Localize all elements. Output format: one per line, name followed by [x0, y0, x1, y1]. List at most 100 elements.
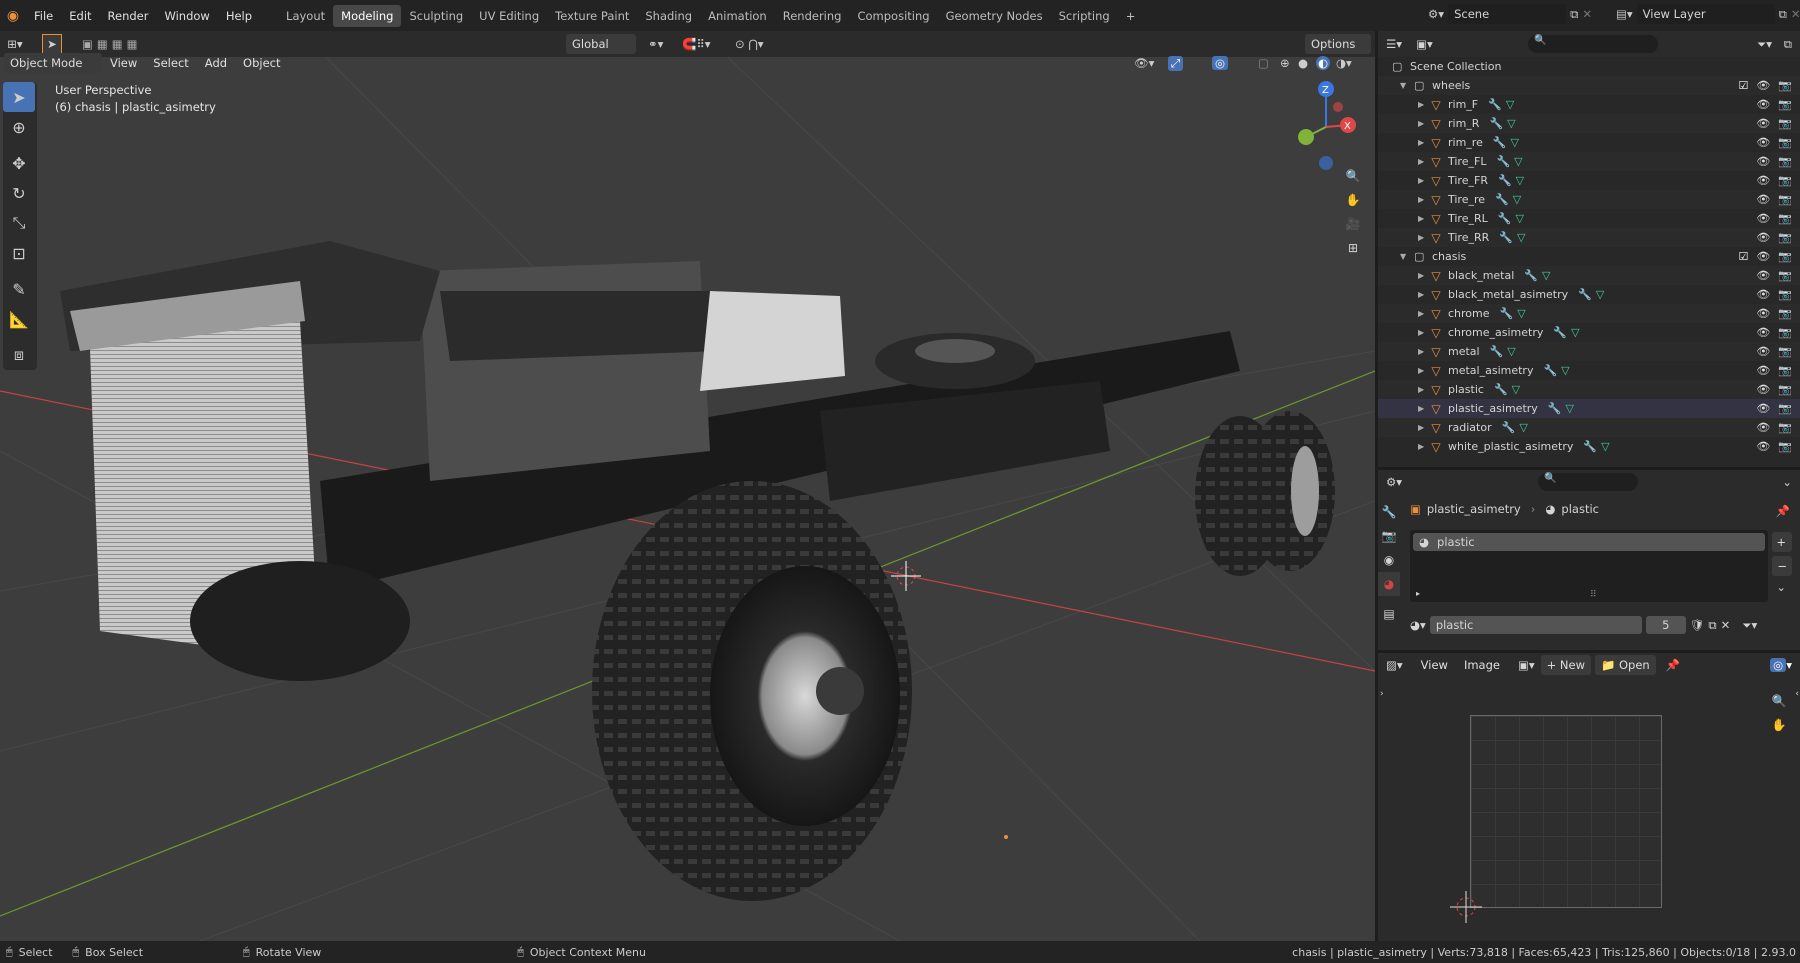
outliner-object-row[interactable]: ▶ ▽ black_metal 🔧 ▽ 👁 📷: [1378, 266, 1800, 285]
outliner-object-row[interactable]: ▶ ▽ chrome_asimetry 🔧 ▽ 👁 📷: [1378, 323, 1800, 342]
modifier-wrench-icon[interactable]: 🔧: [1495, 193, 1509, 206]
expand-triangle-icon[interactable]: ▶: [1418, 404, 1428, 413]
ortho-grid-icon[interactable]: ⊞: [1342, 236, 1364, 260]
remove-slot-icon[interactable]: −: [1772, 556, 1792, 576]
outliner-object-row[interactable]: ▶ ▽ Tire_FR 🔧 ▽ 👁 📷: [1378, 171, 1800, 190]
scene-icon[interactable]: ⚙▾: [1428, 7, 1444, 21]
render-camera-icon[interactable]: 📷: [1778, 117, 1792, 130]
render-camera-icon[interactable]: 📷: [1778, 307, 1792, 320]
view-layer-new-icon[interactable]: ⧉: [1779, 7, 1787, 22]
viewport-menu-view[interactable]: View: [102, 51, 145, 75]
modifier-wrench-icon[interactable]: 🔧: [1488, 98, 1502, 111]
render-camera-icon[interactable]: 📷: [1778, 440, 1792, 453]
menu-window[interactable]: Window: [156, 4, 217, 28]
include-checkbox-icon[interactable]: ☑: [1738, 79, 1748, 92]
view-layer-close-icon[interactable]: ✕: [1791, 7, 1800, 21]
select-mode-icons[interactable]: ▣▦▦▦: [82, 37, 141, 51]
outliner-object-row[interactable]: ▶ ▽ plastic_asimetry 🔧 ▽ 👁 📷: [1378, 399, 1800, 418]
modifier-wrench-icon[interactable]: 🔧: [1494, 383, 1508, 396]
outliner-object-row[interactable]: ▶ ▽ radiator 🔧 ▽ 👁 📷: [1378, 418, 1800, 437]
tab-modeling[interactable]: Modeling: [333, 4, 402, 27]
render-camera-icon[interactable]: 📷: [1778, 345, 1792, 358]
render-camera-icon[interactable]: 📷: [1778, 79, 1792, 92]
mesh-data-icon[interactable]: ▽: [1517, 307, 1525, 320]
slot-menu-icon[interactable]: ⌄: [1772, 580, 1792, 594]
render-camera-icon[interactable]: 📷: [1778, 421, 1792, 434]
properties-search-input[interactable]: 🔍: [1538, 473, 1638, 491]
eye-icon[interactable]: 👁: [1756, 345, 1770, 358]
eye-icon[interactable]: 👁: [1756, 155, 1770, 168]
render-camera-icon[interactable]: 📷: [1778, 231, 1792, 244]
eye-icon[interactable]: 👁: [1756, 440, 1770, 453]
mesh-data-icon[interactable]: ▽: [1507, 117, 1515, 130]
scene-close-icon[interactable]: ✕: [1582, 7, 1592, 21]
viewport-menu-select[interactable]: Select: [145, 51, 196, 75]
shading-solid-icon[interactable]: ●: [1298, 56, 1308, 70]
outliner-object-row[interactable]: ▶ ▽ metal_asimetry 🔧 ▽ 👁 📷: [1378, 361, 1800, 380]
render-camera-icon[interactable]: 📷: [1778, 212, 1792, 225]
expand-triangle-icon[interactable]: ▶: [1418, 233, 1428, 242]
annotate-tool-icon[interactable]: ✎: [3, 274, 35, 304]
modifier-wrench-icon[interactable]: 🔧: [1498, 212, 1512, 225]
scene-collection-row[interactable]: ▢ Scene Collection: [1378, 57, 1800, 76]
scale-tool-icon[interactable]: ⤡: [3, 208, 35, 238]
eye-icon[interactable]: 👁: [1756, 117, 1770, 130]
modifier-wrench-icon[interactable]: 🔧: [1553, 326, 1567, 339]
modifier-wrench-icon[interactable]: 🔧: [1583, 440, 1597, 453]
outliner-object-row[interactable]: ▶ ▽ Tire_FL 🔧 ▽ 👁 📷: [1378, 152, 1800, 171]
modifier-wrench-icon[interactable]: 🔧: [1496, 155, 1510, 168]
outliner-editor-icon[interactable]: ☰▾: [1386, 37, 1402, 51]
blender-logo-icon[interactable]: ◉: [0, 8, 26, 24]
tab-sculpting[interactable]: Sculpting: [401, 5, 471, 27]
modifier-wrench-icon[interactable]: 🔧: [1493, 136, 1507, 149]
editor-type-icon[interactable]: ⊞▾: [0, 37, 30, 51]
modifier-wrench-icon[interactable]: 🔧: [1524, 269, 1538, 282]
expand-triangle-icon[interactable]: ▶: [1418, 385, 1428, 394]
shading-material-icon[interactable]: ◐: [1316, 56, 1331, 70]
material-tab-icon[interactable]: ◕: [1378, 572, 1400, 596]
fake-user-icon[interactable]: 🛡: [1690, 618, 1705, 632]
image-editor-icon[interactable]: ▨▾: [1386, 658, 1403, 672]
tab-texture-paint[interactable]: Texture Paint: [547, 5, 637, 27]
image-pan-icon[interactable]: ✋: [1768, 713, 1790, 737]
expand-triangle-icon[interactable]: ▶: [1418, 100, 1428, 109]
mesh-data-icon[interactable]: ▽: [1507, 345, 1515, 358]
add-slot-icon[interactable]: +: [1772, 532, 1792, 552]
new-image-button[interactable]: + New: [1540, 655, 1591, 675]
render-camera-icon[interactable]: 📷: [1778, 98, 1792, 111]
modifier-wrench-icon[interactable]: 🔧: [1543, 364, 1557, 377]
mesh-data-icon[interactable]: ▽: [1517, 231, 1525, 244]
cursor-tool-icon[interactable]: ⊕: [3, 112, 35, 142]
expand-triangle-icon[interactable]: ▶: [1418, 423, 1428, 432]
measure-tool-icon[interactable]: 📐: [3, 304, 35, 334]
mesh-data-icon[interactable]: ▽: [1512, 383, 1520, 396]
menu-edit[interactable]: Edit: [61, 4, 99, 28]
scene-new-icon[interactable]: ⧉: [1570, 7, 1578, 22]
expand-triangle-icon[interactable]: ▶: [1418, 157, 1428, 166]
eye-icon[interactable]: 👁: [1756, 402, 1770, 415]
pin-icon[interactable]: 📌: [1776, 504, 1790, 518]
outliner-object-row[interactable]: ▶ ▽ Tire_RL 🔧 ▽ 👁 📷: [1378, 209, 1800, 228]
pan-hand-icon[interactable]: ✋: [1342, 188, 1364, 212]
move-tool-icon[interactable]: ✥: [3, 148, 35, 178]
outliner-search-input[interactable]: 🔍: [1528, 35, 1658, 53]
mesh-data-icon[interactable]: ▽: [1516, 174, 1524, 187]
snap-icon[interactable]: 🧲⠿▾: [682, 37, 711, 51]
mesh-data-icon[interactable]: ▽: [1561, 364, 1569, 377]
eye-icon[interactable]: 👁: [1756, 174, 1770, 187]
mesh-data-icon[interactable]: ▽: [1519, 421, 1527, 434]
outliner-object-row[interactable]: ▶ ▽ plastic 🔧 ▽ 👁 📷: [1378, 380, 1800, 399]
modifier-wrench-icon[interactable]: 🔧: [1499, 231, 1513, 244]
shading-rendered-icon[interactable]: ◑▾: [1336, 56, 1352, 70]
view-layer-field[interactable]: View Layer: [1636, 4, 1775, 24]
expand-triangle-icon[interactable]: ▶: [1418, 138, 1428, 147]
xray-icon[interactable]: ▢: [1258, 56, 1269, 70]
mesh-data-icon[interactable]: ▽: [1596, 288, 1604, 301]
viewport-menu-object[interactable]: Object: [235, 51, 288, 75]
menu-help[interactable]: Help: [218, 4, 260, 28]
render-camera-icon[interactable]: 📷: [1778, 288, 1792, 301]
eye-icon[interactable]: 👁: [1756, 250, 1770, 263]
mesh-data-icon[interactable]: ▽: [1601, 440, 1609, 453]
tab-scripting[interactable]: Scripting: [1051, 5, 1118, 27]
tab-rendering[interactable]: Rendering: [775, 5, 850, 27]
